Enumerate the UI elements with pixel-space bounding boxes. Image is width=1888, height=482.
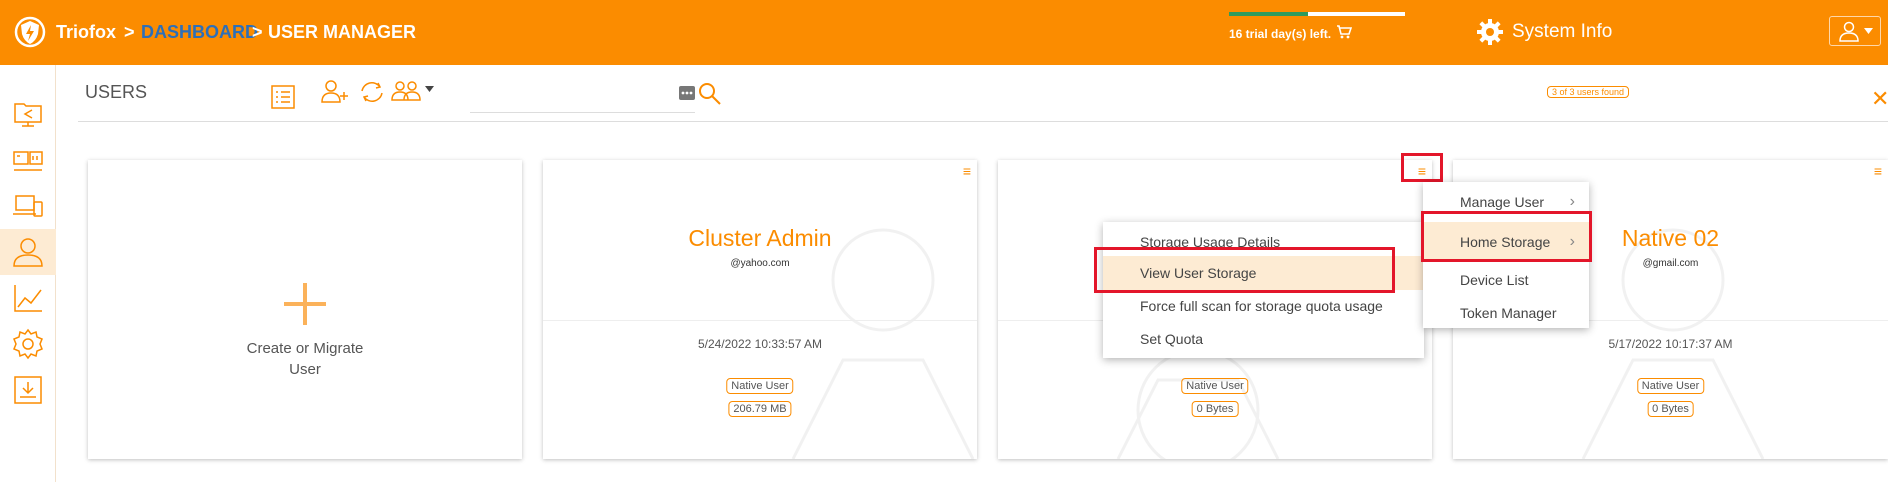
plus-icon	[284, 283, 326, 325]
user-group-icon[interactable]	[391, 79, 421, 103]
sidebar-item-servers[interactable]	[0, 137, 56, 183]
card-menu-highlight	[1401, 153, 1443, 182]
user-storage-badge: 0 Bytes	[1647, 401, 1694, 417]
user-avatar-icon	[1838, 21, 1859, 42]
menu-item-manage-user-label: Manage User	[1460, 194, 1545, 210]
user-last-login: 5/24/2022 10:33:57 AM	[697, 337, 823, 351]
sidebar-item-users[interactable]	[0, 229, 56, 275]
gear-icon	[1477, 19, 1503, 45]
user-storage-badge: 206.79 MB	[728, 401, 792, 417]
caret-down-icon[interactable]	[425, 86, 434, 92]
breadcrumb-separator: >	[124, 22, 135, 42]
user-type-badge: Native User	[1181, 378, 1249, 394]
caret-down-icon	[1863, 28, 1873, 34]
menu-item-device-list[interactable]: Device List	[1423, 266, 1589, 294]
breadcrumb-dashboard-link[interactable]: DASHBOARD	[141, 22, 258, 43]
download-icon	[14, 376, 42, 404]
card-menu-icon[interactable]: ≡	[1874, 164, 1882, 178]
sidebar	[0, 65, 56, 482]
share-folder-icon	[14, 103, 42, 127]
sidebar-item-downloads[interactable]	[0, 367, 56, 413]
trial-progress-bar	[1229, 12, 1405, 16]
create-user-card[interactable]: Create or Migrate User	[88, 160, 522, 459]
add-user-icon[interactable]	[321, 79, 349, 105]
user-name[interactable]: Cluster Admin	[543, 225, 977, 252]
system-info-button[interactable]: System Info	[1476, 16, 1612, 48]
sidebar-item-settings[interactable]	[0, 321, 56, 367]
user-last-login: 5/17/2022 10:17:37 AM	[1608, 337, 1733, 351]
sidebar-item-devices[interactable]	[0, 183, 56, 229]
home-storage-highlight	[1421, 211, 1592, 262]
breadcrumb-separator: >	[252, 22, 263, 42]
card-separator	[543, 320, 977, 321]
settings-gear-icon	[13, 328, 43, 360]
user-storage-badge: 0 Bytes	[1191, 401, 1239, 417]
page-title: USERS	[85, 82, 148, 102]
users-icon	[13, 238, 43, 267]
menu-item-set-quota[interactable]: Set Quota	[1103, 326, 1424, 352]
menu-item-force-full-scan[interactable]: Force full scan for storage quota usage	[1103, 293, 1424, 319]
user-count-badge: 3 of 3 users found	[1547, 86, 1630, 98]
devices-icon	[13, 195, 43, 217]
menu-item-token-manager[interactable]: Token Manager	[1423, 299, 1589, 327]
close-icon[interactable]: ✕	[1871, 86, 1888, 112]
user-account-button[interactable]	[1829, 16, 1881, 46]
list-view-icon[interactable]	[271, 85, 295, 109]
trial-progress-fill	[1229, 12, 1309, 16]
search-icon[interactable]	[698, 82, 722, 106]
user-email: @yahoo.com	[730, 258, 790, 269]
sidebar-item-reports[interactable]	[0, 275, 56, 321]
header-divider	[78, 121, 1888, 122]
brand-name[interactable]: Triofox	[56, 22, 116, 43]
system-info-label: System Info	[1512, 21, 1613, 42]
breadcrumb-current: USER MANAGER	[268, 22, 417, 42]
card-menu-icon[interactable]: ≡	[963, 164, 971, 178]
server-icon	[13, 151, 43, 171]
view-user-storage-highlight	[1094, 247, 1395, 293]
create-user-label-line2: User	[289, 361, 321, 378]
chart-icon	[14, 285, 42, 312]
user-card[interactable]: ≡ Cluster Admin @yahoo.com 5/24/2022 10:…	[543, 160, 977, 459]
triofox-logo-icon[interactable]	[14, 15, 46, 49]
search-input[interactable]	[470, 112, 695, 113]
trial-days-text[interactable]: 16 trial day(s) left.	[1229, 27, 1331, 41]
more-options-icon[interactable]	[679, 86, 695, 100]
cart-icon[interactable]	[1336, 25, 1352, 39]
user-type-badge: Native User	[1636, 378, 1705, 394]
sync-icon[interactable]	[358, 79, 386, 105]
sidebar-item-shares[interactable]	[0, 91, 56, 137]
create-user-label: Create or Migrate User	[88, 338, 522, 380]
create-user-label-line1: Create or Migrate	[246, 340, 364, 357]
user-type-badge: Native User	[726, 378, 794, 394]
top-bar: Triofox > DASHBOARD > USER MANAGER 16 tr…	[0, 0, 1888, 65]
